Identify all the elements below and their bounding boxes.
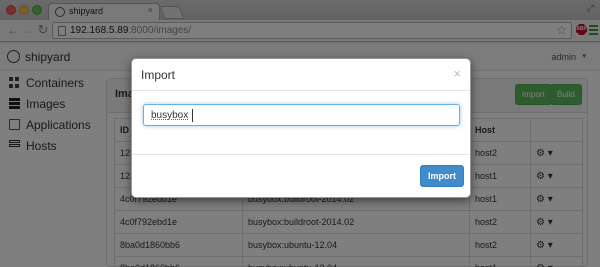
import-modal: Import × busybox Import (131, 58, 471, 198)
image-name-input[interactable]: busybox (143, 104, 460, 126)
modal-title: Import (141, 68, 176, 82)
modal-header: Import × (132, 59, 470, 91)
close-icon[interactable]: × (453, 66, 461, 81)
text-cursor (192, 109, 193, 122)
input-value: busybox (151, 110, 189, 121)
import-submit-button[interactable]: Import (420, 165, 464, 187)
